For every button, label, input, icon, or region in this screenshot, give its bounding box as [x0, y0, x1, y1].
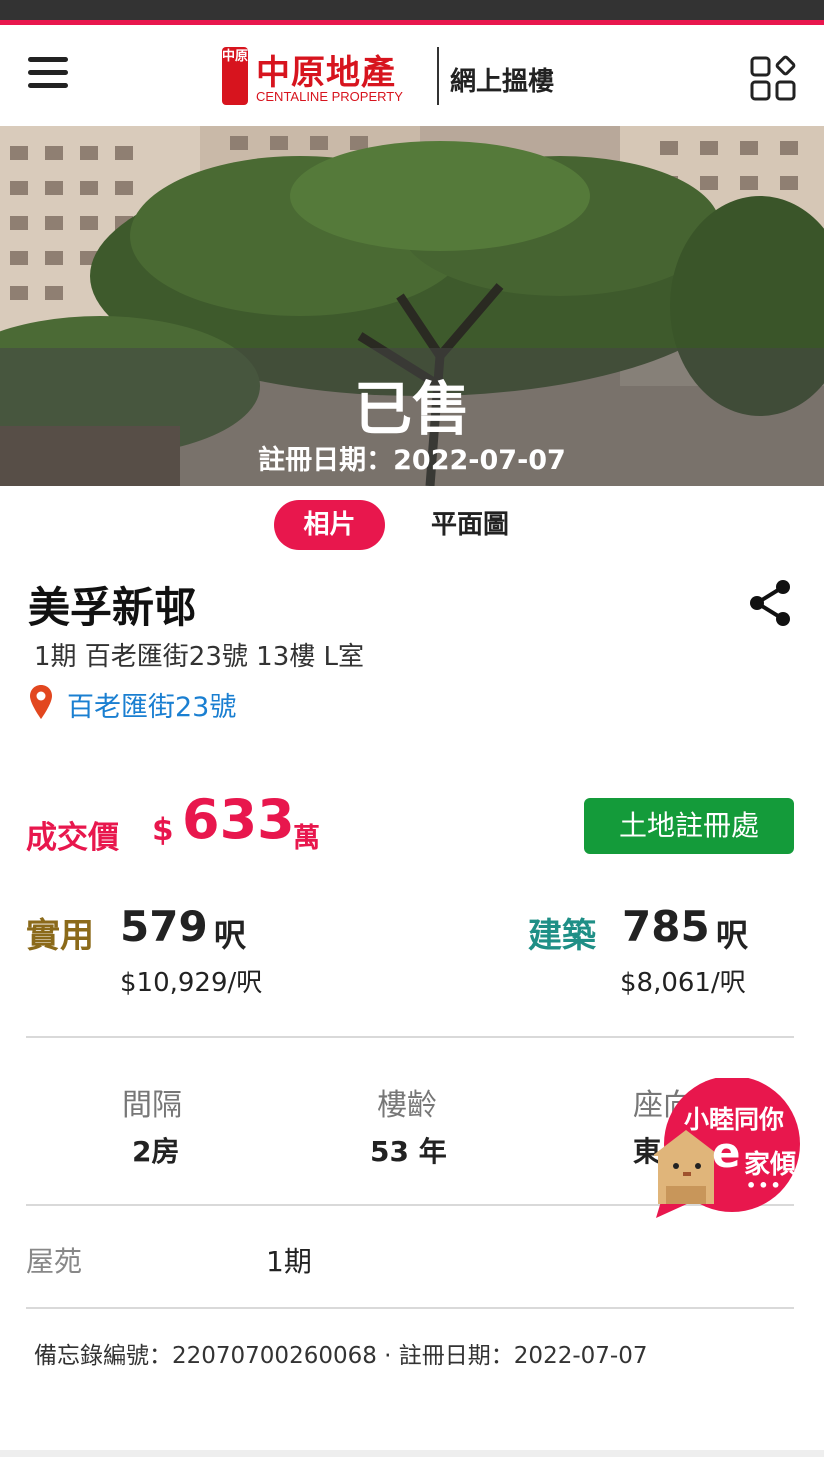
transaction-price-value: 633 [182, 788, 295, 851]
gross-price-per-sqft: $8,061/呎 [620, 968, 746, 998]
tab-photos[interactable]: 相片 [274, 500, 385, 550]
chat-assistant-button[interactable]: 小睦同你 e 家傾 ••• [652, 1076, 802, 1218]
location-pin-icon [30, 685, 52, 719]
logo-divider [437, 47, 439, 105]
status-bar [0, 0, 824, 20]
layout-value: 2房 [132, 1135, 180, 1168]
gross-area-value: 785 [622, 902, 710, 951]
layout-label: 間隔 [122, 1088, 182, 1123]
gross-area-unit: 呎 [716, 916, 749, 954]
saleable-area-label: 實用 [26, 916, 94, 956]
bottom-strip [0, 1450, 824, 1457]
saleable-price-per-sqft: $10,929/呎 [120, 968, 263, 998]
gross-area-label: 建築 [528, 916, 596, 956]
phase-label: 屋苑 [26, 1245, 83, 1278]
divider [26, 1036, 794, 1038]
tab-floor-plan[interactable]: 平面圖 [410, 500, 530, 550]
apps-grid-icon[interactable] [750, 54, 798, 102]
property-photo[interactable]: 已售 註冊日期：2022-07-07 [0, 126, 824, 486]
chat-dots: ••• [746, 1176, 783, 1195]
hamburger-menu-icon[interactable] [28, 57, 68, 89]
saleable-area-value: 579 [120, 902, 208, 951]
site-subtitle: 網上搵樓 [450, 67, 555, 97]
centaline-logo[interactable]: 中原 中原地產 CENTALINE PROPERTY 網上搵樓 [222, 47, 582, 105]
land-registry-button[interactable]: 土地註冊處 [584, 798, 794, 854]
phase-value: 1期 [266, 1245, 312, 1278]
building-age-value: 53 年 [370, 1135, 447, 1168]
logo-english-text: CENTALINE PROPERTY [256, 89, 403, 104]
logo-chinese-text: 中原地產 [256, 53, 396, 93]
transaction-price-label: 成交價 [26, 820, 119, 856]
saleable-area-unit: 呎 [214, 916, 247, 954]
street-address-link[interactable]: 百老匯街23號 [67, 685, 236, 724]
sold-status: 已售 [353, 375, 470, 443]
building-age-label: 樓齡 [377, 1088, 437, 1123]
share-icon[interactable] [746, 578, 794, 628]
price-currency: $ [152, 812, 174, 848]
divider [26, 1307, 794, 1309]
app-header: 中原 中原地產 CENTALINE PROPERTY 網上搵樓 [0, 25, 824, 126]
memorial-number: 備忘錄編號：22070700260068 · 註冊日期：2022-07-07 [34, 1343, 648, 1369]
chat-e-letter: e [712, 1128, 741, 1177]
unit-address: 1期 百老匯街23號 13樓 L室 [34, 642, 364, 672]
registration-date-overlay: 註冊日期：2022-07-07 [258, 445, 566, 476]
estate-name: 美孚新邨 [28, 583, 197, 632]
logo-seal-icon: 中原 [222, 47, 248, 105]
price-unit: 萬 [293, 823, 320, 854]
